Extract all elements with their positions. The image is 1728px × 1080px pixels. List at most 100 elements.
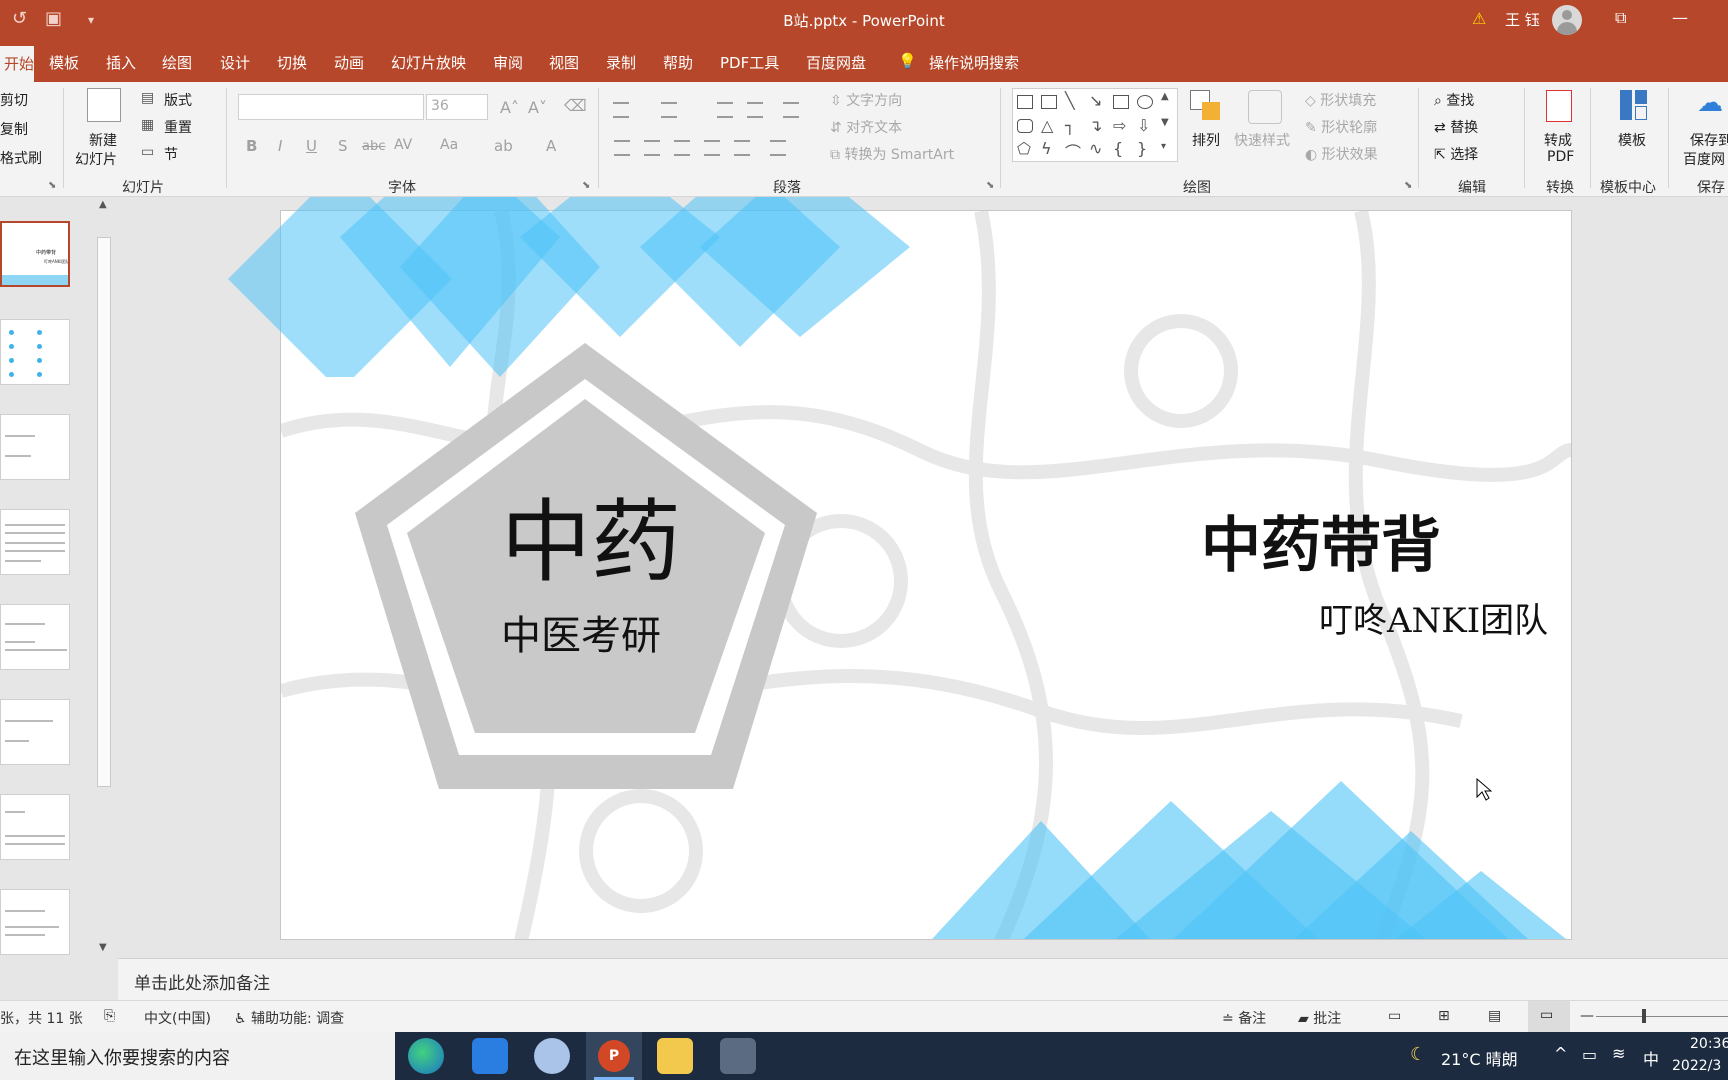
lanxin-app-icon[interactable]: [472, 1038, 508, 1074]
ime-indicator[interactable]: 中: [1643, 1046, 1659, 1070]
slide-thumbnail-2[interactable]: [0, 319, 70, 385]
convert-pdf-label-1[interactable]: 转成: [1544, 130, 1572, 150]
zoom-out-button[interactable]: —: [1580, 1008, 1594, 1024]
copy-button[interactable]: 复制: [0, 119, 28, 139]
curve-shape-icon[interactable]: ∿: [1089, 139, 1102, 158]
format-painter-button[interactable]: 格式刷: [0, 148, 42, 168]
notes-pane[interactable]: 单击此处添加备注: [118, 958, 1728, 1001]
increase-indent-icon[interactable]: [747, 102, 763, 118]
scroll-up-icon[interactable]: ▲: [99, 199, 107, 210]
text-direction-button[interactable]: ⇳ 文字方向: [830, 90, 902, 110]
arrange-button[interactable]: 排列: [1192, 130, 1220, 150]
section-button[interactable]: 节: [164, 144, 178, 164]
minimize-button[interactable]: —: [1672, 8, 1688, 27]
change-case-button[interactable]: Aa: [440, 137, 458, 153]
tab-view[interactable]: 视图: [549, 52, 579, 73]
tab-insert[interactable]: 插入: [106, 52, 136, 73]
tab-baidu-netdisk[interactable]: 百度网盘: [806, 52, 866, 73]
slide-subtitle[interactable]: 叮咚ANKI团队: [1319, 593, 1548, 642]
justify-icon[interactable]: [704, 140, 720, 156]
shrink-font-icon[interactable]: A˅: [528, 98, 547, 117]
align-text-button[interactable]: ⇵ 对齐文本: [830, 117, 902, 137]
slide-thumbnail-4[interactable]: [0, 509, 70, 575]
zoom-slider[interactable]: [1596, 1016, 1728, 1017]
clipboard-launcher-icon[interactable]: ⬊: [48, 180, 56, 191]
numbering-icon[interactable]: [661, 102, 677, 118]
ribbon-display-icon[interactable]: ⧉: [1615, 8, 1626, 28]
shadow-button[interactable]: S: [338, 137, 348, 155]
vertical-textbox-shape-icon[interactable]: [1041, 95, 1057, 109]
file-explorer-icon[interactable]: [657, 1038, 693, 1074]
spellcheck-icon[interactable]: ⎘: [104, 1008, 115, 1024]
paragraph-launcher-icon[interactable]: ⬊: [986, 180, 994, 191]
bold-button[interactable]: B: [246, 137, 257, 155]
down-arrow-shape-icon[interactable]: ⇩: [1137, 116, 1150, 135]
highlight-icon[interactable]: ab: [494, 137, 513, 155]
arrange-icon[interactable]: [1190, 90, 1224, 124]
tab-pdf-tools[interactable]: PDF工具: [720, 52, 779, 73]
moon-weather-icon[interactable]: ☾: [1410, 1044, 1426, 1065]
pentagon-title[interactable]: 中药: [501, 469, 681, 599]
powerpoint-task-button[interactable]: P: [586, 1032, 642, 1080]
tab-record[interactable]: 录制: [606, 52, 636, 73]
underline-button[interactable]: U: [306, 137, 317, 155]
gallery-down-icon[interactable]: ▼: [1161, 117, 1169, 128]
rectangle-shape-icon[interactable]: [1113, 95, 1129, 109]
align-center-icon[interactable]: [644, 140, 660, 156]
tab-draw[interactable]: 绘图: [162, 52, 192, 73]
font-size-select[interactable]: 36: [426, 94, 488, 120]
shape-effects-button[interactable]: ◐ 形状效果: [1305, 144, 1378, 164]
pentagon-subtitle[interactable]: 中医考研: [501, 603, 661, 661]
textbox-shape-icon[interactable]: [1017, 95, 1033, 109]
scrollbar-thumb[interactable]: [97, 237, 111, 787]
arc-shape-icon[interactable]: ⌒: [1065, 139, 1081, 163]
columns-icon[interactable]: [770, 140, 786, 156]
oval-shape-icon[interactable]: [1137, 95, 1153, 109]
language-indicator[interactable]: 中文(中国): [144, 1008, 211, 1028]
slide-thumbnail-1[interactable]: 中药带背 叮咚ANKI团队: [0, 221, 70, 287]
reset-button[interactable]: 重置: [164, 117, 192, 137]
save-baidu-label-2[interactable]: 百度网: [1683, 149, 1725, 169]
right-brace-icon[interactable]: }: [1137, 139, 1147, 158]
drawing-launcher-icon[interactable]: ⬊: [1404, 180, 1412, 191]
app-tool-icon[interactable]: [720, 1038, 756, 1074]
slide-thumbnail-6[interactable]: [0, 699, 70, 765]
clock-time[interactable]: 20:36: [1690, 1036, 1728, 1052]
replace-button[interactable]: ⇄ 替换: [1434, 117, 1478, 137]
comments-toggle-button[interactable]: ▰ 批注: [1298, 1008, 1341, 1028]
gallery-up-icon[interactable]: ▲: [1161, 91, 1169, 102]
save-baidu-label-1[interactable]: 保存到: [1690, 130, 1728, 150]
freeform-shape-icon[interactable]: ⬠: [1017, 139, 1031, 158]
tab-help[interactable]: 帮助: [663, 52, 693, 73]
grow-font-icon[interactable]: A˄: [500, 98, 519, 117]
scroll-down-icon[interactable]: ▼: [99, 942, 107, 953]
italic-button[interactable]: I: [278, 137, 282, 155]
line-spacing-icon[interactable]: [783, 102, 799, 118]
font-family-select[interactable]: [238, 94, 424, 120]
reading-view-icon[interactable]: ▤: [1488, 1008, 1501, 1024]
edge-browser-icon[interactable]: [408, 1038, 444, 1074]
clock-date[interactable]: 2022/3: [1672, 1058, 1721, 1074]
app-circle-icon[interactable]: [534, 1038, 570, 1074]
tell-me-search[interactable]: 操作说明搜索: [929, 52, 1019, 73]
new-slide-icon[interactable]: [87, 88, 121, 122]
new-slide-label-2[interactable]: 幻灯片: [75, 149, 117, 169]
taskbar-search[interactable]: 在这里输入你要搜索的内容: [0, 1032, 395, 1080]
cloud-icon[interactable]: ☁: [1697, 88, 1723, 118]
convert-smartart-button[interactable]: ⧉ 转换为 SmartArt: [830, 144, 954, 164]
slide-thumbnail-7[interactable]: [0, 794, 70, 860]
notes-placeholder[interactable]: 单击此处添加备注: [134, 969, 270, 994]
avatar[interactable]: [1552, 5, 1582, 35]
tab-review[interactable]: 审阅: [493, 52, 523, 73]
gallery-more-icon[interactable]: ▾: [1161, 141, 1166, 152]
battery-icon[interactable]: ▭: [1582, 1045, 1597, 1064]
template-button[interactable]: 模板: [1618, 130, 1646, 150]
right-arrow-shape-icon[interactable]: ⇨: [1113, 116, 1126, 135]
char-spacing-button[interactable]: AV: [394, 137, 412, 153]
align-left-icon[interactable]: [614, 140, 630, 156]
wifi-icon[interactable]: ≋: [1612, 1044, 1625, 1063]
tab-design[interactable]: 设计: [220, 52, 250, 73]
slide-thumbnail-5[interactable]: [0, 604, 70, 670]
warning-icon[interactable]: ⚠: [1472, 9, 1486, 28]
layout-button[interactable]: 版式: [164, 90, 192, 110]
